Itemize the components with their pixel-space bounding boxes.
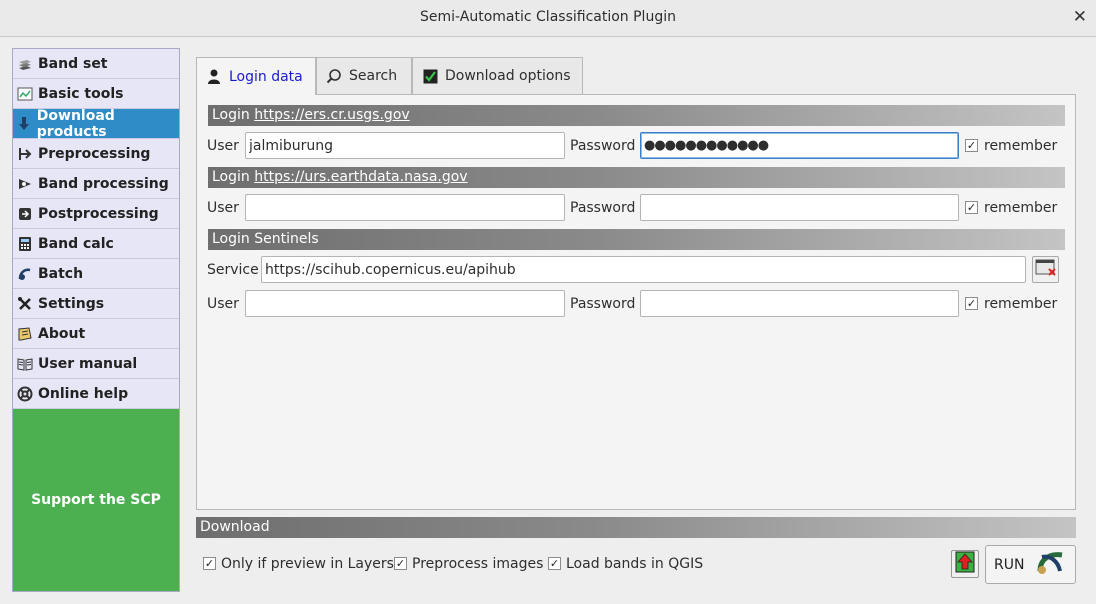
- sidebar-item-label: Postprocessing: [38, 205, 159, 222]
- settings-icon: [16, 295, 34, 313]
- usgs-user-label: User: [207, 138, 239, 154]
- section-login-sentinels: Login Sentinels: [208, 229, 1065, 250]
- earthdata-password-label: Password: [570, 200, 636, 216]
- support-the-scp-button[interactable]: Support the SCP: [13, 409, 179, 591]
- usgs-remember-label: remember: [984, 138, 1058, 154]
- sidebar: Band set Basic tools Download products P…: [12, 48, 180, 592]
- about-icon: [16, 325, 34, 343]
- reset-icon: [1035, 258, 1057, 282]
- sidebar-item-label: Band set: [38, 55, 108, 72]
- sidebar-item-postprocessing[interactable]: Postprocessing: [13, 199, 179, 229]
- earthdata-user-label: User: [207, 200, 239, 216]
- sidebar-item-basic-tools[interactable]: Basic tools: [13, 79, 179, 109]
- reset-service-button[interactable]: [1032, 256, 1059, 283]
- sentinels-service-input[interactable]: [261, 256, 1026, 283]
- usgs-link[interactable]: https://ers.cr.usgs.gov: [254, 107, 409, 123]
- preprocessing-icon: [16, 145, 34, 163]
- usgs-password-label: Password: [570, 138, 636, 154]
- sidebar-item-label: About: [38, 325, 86, 342]
- search-icon: [325, 67, 343, 85]
- batch-icon: [16, 265, 34, 283]
- online-help-icon: [16, 385, 34, 403]
- tab-login-data[interactable]: Login data: [196, 57, 316, 95]
- run-icon: [1036, 549, 1066, 581]
- usgs-password-input[interactable]: ●●●●●●●●●●●●: [640, 132, 959, 159]
- earthdata-user-input[interactable]: [245, 194, 565, 221]
- sidebar-item-label: Online help: [38, 385, 129, 402]
- sentinels-remember-label: remember: [984, 296, 1058, 312]
- sidebar-item-about[interactable]: About: [13, 319, 179, 349]
- sidebar-item-online-help[interactable]: Online help: [13, 379, 179, 409]
- sidebar-item-download-products[interactable]: Download products: [13, 107, 179, 140]
- export-button[interactable]: [951, 550, 979, 578]
- section-prefix: Login: [212, 107, 255, 123]
- sentinels-password-input[interactable]: [640, 290, 959, 317]
- sidebar-item-band-calc[interactable]: Band calc: [13, 229, 179, 259]
- earthdata-link[interactable]: https://urs.earthdata.nasa.gov: [254, 169, 467, 185]
- sentinels-user-label: User: [207, 296, 239, 312]
- section-login-earthdata: Login https://urs.earthdata.nasa.gov: [208, 167, 1065, 188]
- window-title: Semi-Automatic Classification Plugin: [420, 9, 676, 25]
- sentinels-user-input[interactable]: [245, 290, 565, 317]
- sidebar-item-label: Batch: [38, 265, 84, 282]
- sidebar-item-preprocessing[interactable]: Preprocessing: [13, 139, 179, 169]
- earthdata-remember-label: remember: [984, 200, 1058, 216]
- earthdata-password-input[interactable]: [640, 194, 959, 221]
- sidebar-item-label: Band calc: [38, 235, 114, 252]
- tab-download-options[interactable]: Download options: [412, 57, 583, 94]
- sentinels-password-label: Password: [570, 296, 636, 312]
- user-icon: [205, 68, 223, 86]
- band-calc-icon: [16, 235, 34, 253]
- band-set-icon: [16, 55, 34, 73]
- sentinels-remember-checkbox[interactable]: ✓: [965, 297, 978, 310]
- sentinels-service-label: Service: [207, 262, 259, 278]
- run-button[interactable]: RUN: [985, 545, 1076, 584]
- title-bar: Semi-Automatic Classification Plugin ✕: [0, 0, 1096, 37]
- sidebar-item-label: User manual: [38, 355, 138, 372]
- postprocessing-icon: [16, 205, 34, 223]
- download-icon: [16, 115, 33, 133]
- section-login-usgs: Login https://ers.cr.usgs.gov: [208, 105, 1065, 126]
- load-bands-label: Load bands in QGIS: [566, 556, 704, 572]
- usgs-user-input[interactable]: [245, 132, 565, 159]
- tab-label: Search: [349, 68, 398, 84]
- tab-label: Download options: [445, 68, 571, 84]
- basic-tools-icon: [16, 85, 34, 103]
- up-arrow-icon: [955, 551, 975, 577]
- sidebar-item-label: Settings: [38, 295, 105, 312]
- sidebar-item-band-set[interactable]: Band set: [13, 49, 179, 79]
- sidebar-item-label: Download products: [36, 107, 115, 140]
- tab-search[interactable]: Search: [316, 57, 412, 94]
- load-bands-checkbox[interactable]: ✓: [548, 557, 561, 570]
- sidebar-item-settings[interactable]: Settings: [13, 289, 179, 319]
- user-manual-icon: [16, 355, 34, 373]
- sidebar-item-user-manual[interactable]: User manual: [13, 349, 179, 379]
- sidebar-item-band-processing[interactable]: Band processing: [13, 169, 179, 199]
- preprocess-images-checkbox[interactable]: ✓: [394, 557, 407, 570]
- preprocess-images-label: Preprocess images: [412, 556, 544, 572]
- only-if-preview-label: Only if preview in Layers: [221, 556, 394, 572]
- section-prefix: Login: [212, 169, 255, 185]
- earthdata-remember-checkbox[interactable]: ✓: [965, 201, 978, 214]
- sidebar-item-label: Band processing: [38, 175, 169, 192]
- sidebar-item-batch[interactable]: Batch: [13, 259, 179, 289]
- tab-label: Login data: [229, 68, 303, 85]
- login-data-panel: Login https://ers.cr.usgs.gov User Passw…: [196, 94, 1076, 510]
- sidebar-item-label: Basic tools: [38, 85, 124, 102]
- sidebar-item-label: Preprocessing: [38, 145, 151, 162]
- checkbox-icon: [421, 67, 439, 85]
- usgs-remember-checkbox[interactable]: ✓: [965, 139, 978, 152]
- close-icon[interactable]: ✕: [1073, 7, 1087, 27]
- run-label: RUN: [994, 556, 1025, 573]
- only-if-preview-checkbox[interactable]: ✓: [203, 557, 216, 570]
- band-processing-icon: [16, 175, 34, 193]
- download-section-header: Download: [196, 517, 1076, 538]
